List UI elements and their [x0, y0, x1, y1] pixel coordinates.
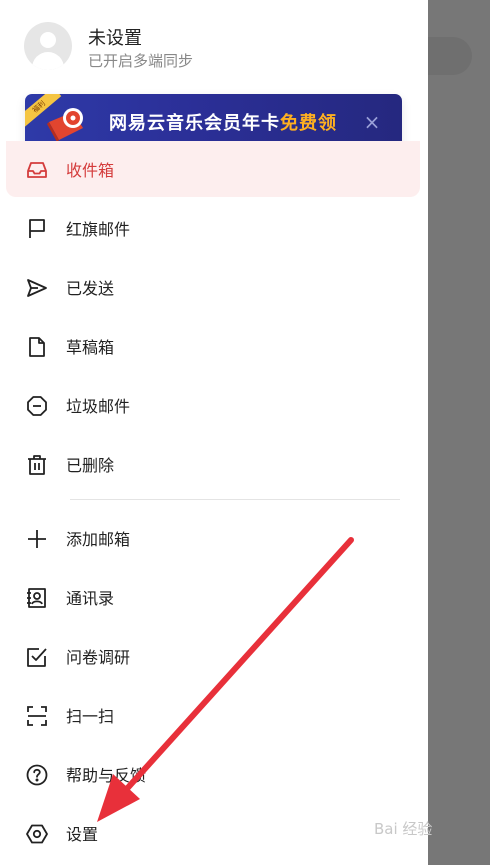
menu-item-label: 收件箱	[66, 161, 115, 180]
menu-item-flagged[interactable]: 红旗邮件	[0, 200, 428, 256]
menu-item-contacts[interactable]: 通讯录	[0, 569, 428, 625]
menu-item-label: 扫一扫	[66, 707, 115, 726]
menu-item-add-mailbox[interactable]: 添加邮箱	[0, 510, 428, 566]
sync-status: 已开启多端同步	[88, 52, 194, 70]
promo-title-main: 网易云音乐会员年卡	[109, 113, 280, 134]
menu-item-spam[interactable]: 垃圾邮件	[0, 377, 428, 433]
menu-item-sent[interactable]: 已发送	[0, 259, 428, 315]
spam-icon	[27, 396, 47, 416]
menu-divider	[70, 499, 400, 500]
survey-icon	[27, 648, 47, 667]
menu-item-label: 设置	[66, 825, 99, 844]
account-header[interactable]: 未设置 已开启多端同步	[24, 22, 404, 72]
menu-item-label: 垃圾邮件	[66, 397, 131, 416]
menu-item-inbox[interactable]: 收件箱	[6, 141, 420, 197]
menu-item-drafts[interactable]: 草稿箱	[0, 318, 428, 374]
menu-item-help[interactable]: 帮助与反馈	[0, 746, 428, 802]
plus-icon	[28, 530, 46, 548]
menu-item-label: 草稿箱	[66, 338, 115, 357]
menu-item-label: 问卷调研	[66, 648, 131, 667]
navigation-drawer: 未设置 已开启多端同步 福利 网易云音乐会员年卡免费领 × 收件箱 红旗邮件 已…	[0, 0, 428, 865]
menu-item-scan[interactable]: 扫一扫	[0, 687, 428, 743]
menu-item-label: 添加邮箱	[66, 530, 131, 549]
close-icon[interactable]: ×	[359, 109, 385, 135]
menu-item-survey[interactable]: 问卷调研	[0, 628, 428, 684]
avatar[interactable]	[24, 22, 72, 70]
promo-title-highlight: 免费领	[280, 113, 337, 134]
draft-icon	[29, 337, 45, 357]
menu-item-label: 已发送	[66, 279, 115, 298]
settings-icon	[26, 824, 48, 844]
send-icon	[27, 279, 47, 297]
inbox-icon	[27, 162, 47, 178]
scan-icon	[27, 706, 47, 726]
menu-item-settings[interactable]: 设置	[0, 805, 428, 861]
search-bar-behind	[428, 37, 472, 75]
help-icon	[26, 764, 48, 786]
menu-item-label: 通讯录	[66, 589, 115, 608]
flag-icon	[29, 219, 45, 238]
account-name: 未设置	[88, 28, 142, 49]
trash-icon	[28, 455, 46, 475]
menu-item-label: 红旗邮件	[66, 220, 131, 239]
contacts-icon	[27, 588, 46, 608]
promo-title: 网易云音乐会员年卡免费领	[109, 109, 337, 135]
watermark: Bai 经验	[374, 820, 433, 838]
menu-item-label: 帮助与反馈	[66, 766, 147, 785]
dimmed-overlay[interactable]	[428, 0, 490, 865]
menu-item-label: 已删除	[66, 456, 115, 475]
music-disc-icon	[47, 108, 83, 142]
menu-item-deleted[interactable]: 已删除	[0, 436, 428, 492]
